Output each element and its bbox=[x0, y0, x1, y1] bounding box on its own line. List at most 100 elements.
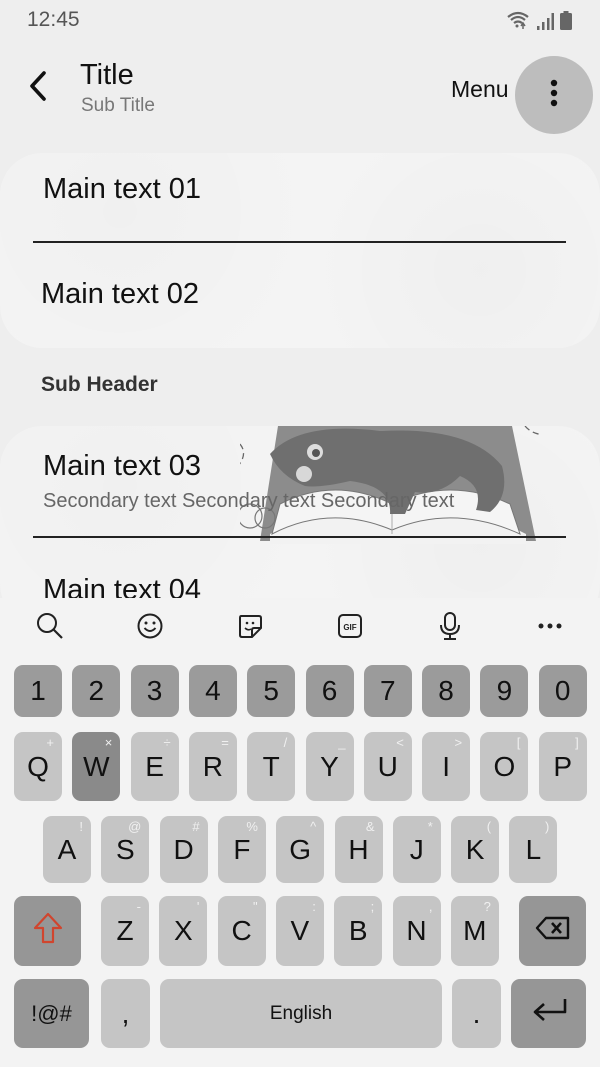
key-hint: @ bbox=[128, 819, 142, 834]
list-item[interactable]: Main text 02 bbox=[41, 278, 199, 311]
gif-icon[interactable]: GIF bbox=[334, 610, 366, 642]
number-key-2[interactable]: 2 bbox=[72, 665, 121, 717]
shift-arrow-icon bbox=[32, 911, 64, 952]
menu-button[interactable]: Menu bbox=[451, 76, 509, 103]
letter-key-x[interactable]: X ' bbox=[159, 896, 208, 966]
list-item[interactable]: Main text 03 bbox=[43, 450, 201, 483]
key-label: B bbox=[348, 915, 368, 946]
letter-key-e[interactable]: E ÷ bbox=[130, 732, 179, 801]
divider bbox=[33, 536, 566, 538]
number-key-7[interactable]: 7 bbox=[363, 665, 412, 717]
key-label: K bbox=[465, 833, 485, 865]
key-hint: ( bbox=[486, 819, 492, 834]
number-key-1[interactable]: 1 bbox=[14, 665, 62, 717]
letter-key-c[interactable]: C " bbox=[217, 896, 266, 966]
key-hint: * bbox=[427, 819, 433, 834]
number-key-4[interactable]: 4 bbox=[188, 665, 237, 717]
key-hint: < bbox=[396, 735, 404, 750]
key-hint: % bbox=[246, 819, 258, 834]
letter-key-i[interactable]: I > bbox=[422, 732, 471, 801]
letter-key-b[interactable]: B; bbox=[334, 896, 383, 966]
key-label: J bbox=[409, 833, 424, 865]
key-hint: ^ bbox=[310, 819, 317, 834]
chevron-left-icon bbox=[27, 70, 49, 107]
key-label: H bbox=[348, 833, 369, 865]
letter-key-s[interactable]: S @ bbox=[101, 816, 150, 883]
letter-key-j[interactable]: J * bbox=[392, 816, 441, 883]
key-hint: [ bbox=[516, 735, 521, 750]
key-label: S bbox=[115, 833, 135, 865]
key-label: Z bbox=[116, 915, 134, 946]
status-bar: 12:45 bbox=[0, 0, 600, 42]
number-key-3[interactable]: 3 bbox=[130, 665, 179, 717]
letter-key-u[interactable]: U < bbox=[363, 732, 412, 801]
key-label: W bbox=[83, 750, 110, 782]
letter-key-d[interactable]: D # bbox=[159, 816, 208, 883]
letter-key-v[interactable]: V: bbox=[275, 896, 324, 966]
more-vertical-icon bbox=[550, 79, 558, 112]
period-key[interactable]: . bbox=[452, 979, 501, 1048]
letter-key-t[interactable]: T / bbox=[247, 732, 296, 801]
status-time: 12:45 bbox=[27, 8, 80, 31]
key-hint: × bbox=[104, 735, 113, 750]
letter-key-r[interactable]: R = bbox=[188, 732, 237, 801]
number-key-5[interactable]: 5 bbox=[247, 665, 296, 717]
number-key-6[interactable]: 6 bbox=[305, 665, 354, 717]
letter-key-n[interactable]: N, bbox=[392, 896, 441, 966]
shift-key[interactable] bbox=[14, 896, 81, 966]
backspace-key[interactable] bbox=[519, 896, 586, 966]
status-icons bbox=[506, 10, 572, 35]
space-key[interactable]: English bbox=[160, 979, 442, 1048]
letter-key-a[interactable]: A! bbox=[43, 816, 91, 883]
key-hint: ! bbox=[79, 819, 83, 834]
symbols-key[interactable]: !@# bbox=[14, 979, 89, 1048]
key-label: F bbox=[233, 833, 251, 865]
letter-key-l[interactable]: L) bbox=[509, 816, 558, 883]
sticker-icon[interactable] bbox=[234, 610, 266, 642]
letter-key-f[interactable]: F% bbox=[217, 816, 266, 883]
letter-key-o[interactable]: O[ bbox=[480, 732, 529, 801]
letter-key-m[interactable]: M? bbox=[450, 896, 499, 966]
letter-key-g[interactable]: G ^ bbox=[276, 816, 325, 883]
keyboard-toolbar: GIF bbox=[0, 598, 600, 654]
letter-key-h[interactable]: H & bbox=[334, 816, 383, 883]
letter-key-w[interactable]: W × bbox=[72, 732, 121, 801]
more-horizontal-icon[interactable] bbox=[534, 610, 566, 642]
number-key-9[interactable]: 9 bbox=[480, 665, 529, 717]
letter-key-k[interactable]: K( bbox=[451, 816, 500, 883]
comma-key[interactable]: , bbox=[101, 979, 150, 1048]
key-hint: ' bbox=[196, 899, 200, 914]
key-hint: - bbox=[136, 899, 141, 914]
backspace-icon bbox=[535, 915, 571, 948]
search-icon[interactable] bbox=[34, 610, 66, 642]
key-label: X bbox=[173, 915, 193, 946]
key-label: L bbox=[525, 833, 542, 865]
more-options-button[interactable] bbox=[515, 56, 593, 134]
page-subtitle: Sub Title bbox=[81, 95, 155, 116]
key-label: 1 bbox=[30, 675, 46, 706]
number-key-8[interactable]: 8 bbox=[422, 665, 471, 717]
list-item[interactable]: Main text 01 bbox=[43, 173, 201, 206]
page-title: Title bbox=[80, 59, 134, 91]
letter-key-q[interactable]: Q + bbox=[14, 732, 62, 801]
letter-key-y[interactable]: Y _ bbox=[305, 732, 354, 801]
key-label: 5 bbox=[263, 675, 279, 706]
key-hint: ] bbox=[575, 735, 579, 750]
app-bar: Title Sub Title Menu bbox=[0, 52, 600, 134]
sub-header: Sub Header bbox=[41, 373, 158, 396]
key-label: 9 bbox=[496, 675, 513, 706]
key-label: R bbox=[202, 750, 223, 782]
back-button[interactable] bbox=[20, 68, 56, 108]
enter-key[interactable] bbox=[511, 979, 586, 1048]
key-hint: = bbox=[221, 735, 229, 750]
key-label: U bbox=[377, 750, 398, 782]
microphone-icon[interactable] bbox=[434, 610, 466, 642]
letter-key-p[interactable]: P] bbox=[538, 732, 587, 801]
number-key-0[interactable]: 0 bbox=[538, 665, 587, 717]
battery-icon bbox=[560, 11, 572, 35]
key-label: T bbox=[262, 750, 280, 782]
emoji-icon[interactable] bbox=[134, 610, 166, 642]
key-hint: > bbox=[454, 735, 463, 750]
letter-key-z[interactable]: Z- bbox=[101, 896, 149, 966]
key-label: Q bbox=[27, 750, 49, 782]
